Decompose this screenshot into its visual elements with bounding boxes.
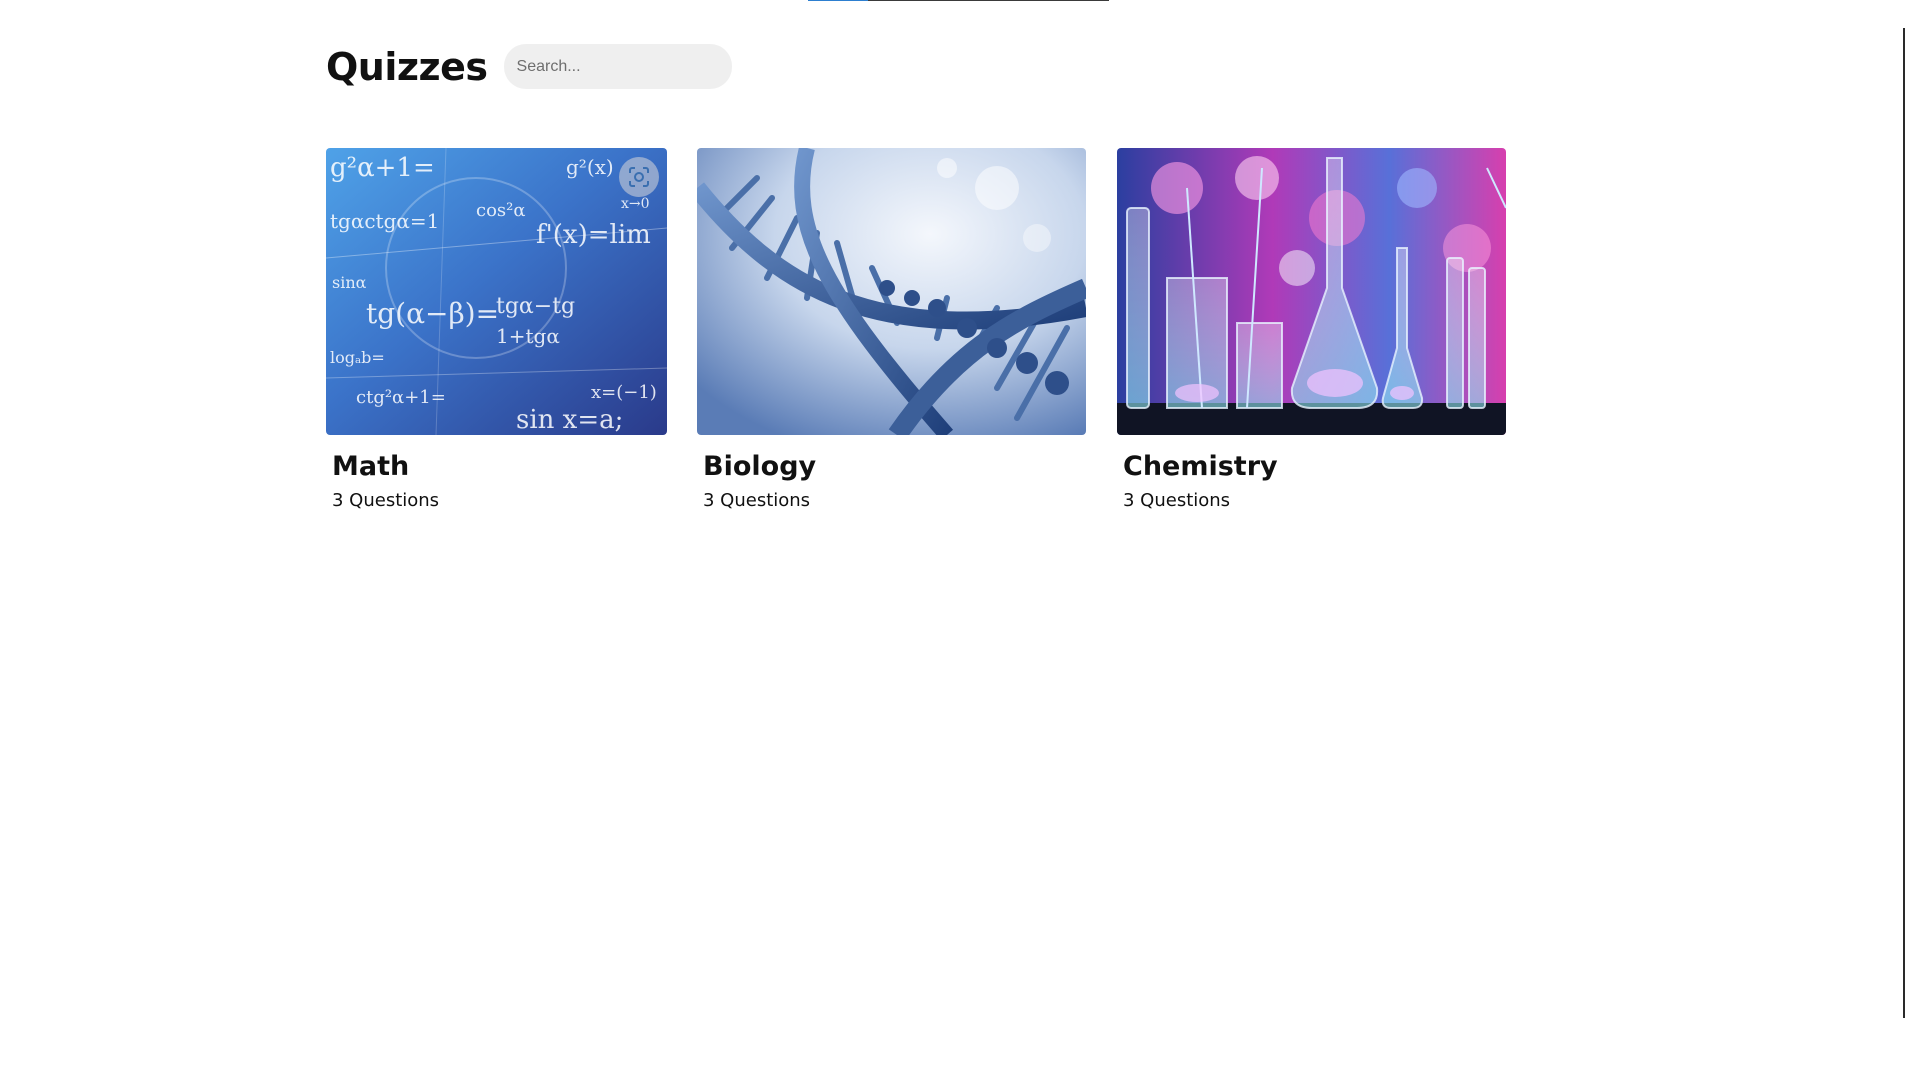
quiz-card-math[interactable]: g²α+1= g²(x) tgαctgα=1 cos²α f'(x)=lim s…	[326, 148, 667, 511]
quiz-card-question-count: 3 Questions	[1123, 490, 1231, 511]
page-scrollbar[interactable]	[1903, 0, 1907, 1078]
quiz-card-biology[interactable]: Biology 3 Questions	[697, 148, 1086, 511]
search-input[interactable]	[503, 44, 732, 89]
svg-text:tgαctgα=1: tgαctgα=1	[330, 209, 439, 233]
page-title: Quizzes	[326, 44, 488, 89]
page-loading-progress-fill	[808, 0, 869, 1]
svg-text:g²(x): g²(x)	[566, 155, 614, 179]
svg-text:x=(−1): x=(−1)	[591, 382, 657, 403]
page-scrollbar-thumb[interactable]	[1903, 28, 1905, 1018]
svg-text:sin x=a;: sin x=a;	[516, 405, 623, 435]
svg-text:cos²α: cos²α	[476, 200, 526, 221]
svg-text:1+tgα: 1+tgα	[496, 324, 560, 348]
svg-text:logₐb=: logₐb=	[330, 348, 385, 367]
svg-text:ctg²α+1=: ctg²α+1=	[356, 387, 446, 408]
svg-text:tg(α−β)=: tg(α−β)=	[366, 297, 499, 330]
dna-helix-image	[697, 148, 1086, 435]
visual-search-button[interactable]	[619, 157, 659, 197]
quiz-card-chemistry[interactable]: Chemistry 3 Questions	[1117, 148, 1506, 511]
page-header: Quizzes	[326, 44, 732, 89]
page-loading-progress	[808, 0, 1109, 1]
svg-text:sinα: sinα	[332, 273, 367, 292]
svg-text:g²α+1=: g²α+1=	[330, 153, 435, 183]
svg-text:f'(x)=lim: f'(x)=lim	[536, 220, 651, 250]
lab-glassware-image	[1117, 148, 1506, 435]
svg-text:x→0: x→0	[621, 196, 650, 212]
lens-scan-icon	[629, 167, 649, 187]
quiz-card-title: Biology	[703, 451, 817, 482]
svg-text:tgα−tg: tgα−tg	[496, 294, 575, 319]
quiz-card-question-count: 3 Questions	[332, 490, 440, 511]
quiz-card-title: Math	[332, 451, 410, 482]
quiz-card-title: Chemistry	[1123, 451, 1278, 482]
math-formulas-image: g²α+1= g²(x) tgαctgα=1 cos²α f'(x)=lim s…	[326, 148, 667, 435]
quiz-card-question-count: 3 Questions	[703, 490, 811, 511]
